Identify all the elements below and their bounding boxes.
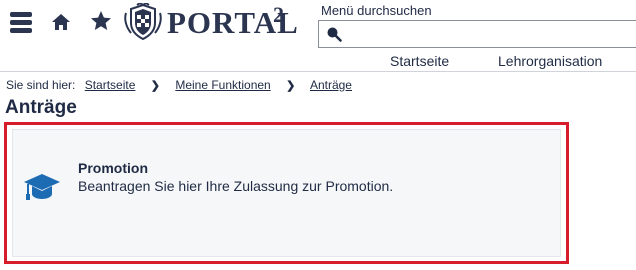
menu-icon[interactable]	[10, 12, 32, 34]
breadcrumb: Sie sind hier: Startseite ❯ Meine Funkti…	[6, 78, 352, 92]
crest-icon	[124, 3, 162, 41]
logo-superscript: 2	[273, 2, 284, 27]
header-divider	[0, 71, 636, 72]
breadcrumb-item-meine-funktionen[interactable]: Meine Funktionen	[175, 78, 270, 92]
search-input[interactable]	[318, 20, 636, 48]
nav-lehrorganisation[interactable]: Lehrorganisation	[498, 53, 602, 69]
page-title: Anträge	[5, 97, 77, 118]
top-bar: PORTAL 2 Menü durchsuchen Startseite Leh…	[0, 0, 636, 76]
chevron-right-icon: ❯	[286, 80, 296, 92]
card-description: Beantragen Sie hier Ihre Zulassung zur P…	[78, 178, 394, 194]
nav-startseite[interactable]: Startseite	[390, 53, 449, 69]
card-title: Promotion	[78, 160, 148, 176]
home-icon[interactable]	[50, 11, 72, 33]
star-icon[interactable]	[89, 9, 113, 33]
card-promotion[interactable]: Promotion Beantragen Sie hier Ihre Zulas…	[12, 129, 561, 257]
breadcrumb-prefix: Sie sind hier:	[6, 78, 76, 92]
chevron-right-icon: ❯	[150, 80, 160, 92]
search-label: Menü durchsuchen	[321, 3, 432, 18]
search-icon	[327, 27, 342, 42]
breadcrumb-item-startseite[interactable]: Startseite	[85, 78, 136, 92]
portal-logo[interactable]: PORTAL 2	[123, 2, 298, 41]
breadcrumb-item-antraege[interactable]: Anträge	[310, 78, 352, 92]
highlight-frame: Promotion Beantragen Sie hier Ihre Zulas…	[4, 122, 569, 264]
graduation-cap-icon	[24, 174, 60, 200]
